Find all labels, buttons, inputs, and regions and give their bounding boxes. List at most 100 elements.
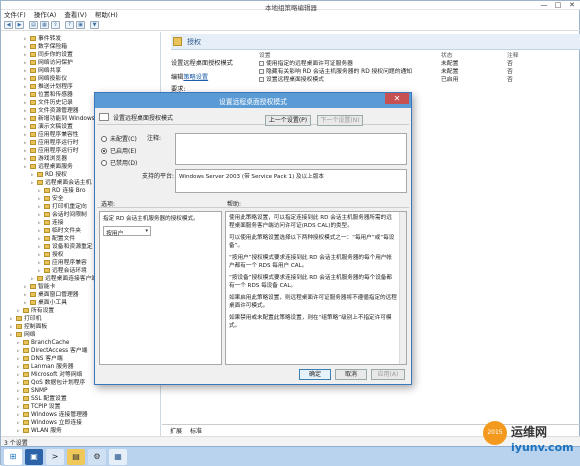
- expander-icon[interactable]: ▹: [38, 187, 43, 195]
- expander-icon[interactable]: ▹: [17, 387, 22, 395]
- tree-item[interactable]: ▹ 文件资源管理器: [24, 107, 79, 115]
- expander-icon[interactable]: ▹: [24, 131, 29, 139]
- tree-item[interactable]: ▹ SSL 配置设置: [17, 395, 67, 403]
- list-item[interactable]: 隐藏有关影响 RD 会话主机服务器的 RD 授权问题的通知 未配置 否: [259, 69, 579, 76]
- expander-icon[interactable]: ▹: [10, 323, 15, 331]
- expander-icon[interactable]: ▹: [17, 379, 22, 387]
- tab-standard[interactable]: 标准: [190, 426, 202, 435]
- tree-item[interactable]: ▹ Windows 立即连接: [17, 419, 82, 427]
- tree-item[interactable]: ▹ 远程会话环境: [38, 267, 87, 275]
- tree-item[interactable]: ▹ 安全: [38, 195, 64, 203]
- expander-icon[interactable]: ▹: [38, 211, 43, 219]
- tree-item[interactable]: ▹ WLAN 服务: [17, 427, 62, 435]
- expander-icon[interactable]: ▹: [38, 267, 43, 275]
- radio-enabled[interactable]: 已启用(E): [101, 148, 136, 156]
- tree-item[interactable]: ▹ Windows 连接管理器: [17, 411, 88, 419]
- tree-item[interactable]: ▹ 会话时间限制: [38, 211, 87, 219]
- tree-item[interactable]: ▹ 控制面板: [10, 323, 47, 331]
- expander-icon[interactable]: ▹: [38, 259, 43, 267]
- expander-icon[interactable]: ▹: [17, 339, 22, 347]
- gpedit-icon[interactable]: ▦: [109, 449, 127, 465]
- note-textarea[interactable]: [175, 133, 407, 165]
- server-manager-icon[interactable]: ▣: [25, 449, 43, 465]
- powershell-icon[interactable]: >: [46, 449, 64, 465]
- radio-disabled[interactable]: 已禁用(D): [101, 160, 137, 168]
- start-icon[interactable]: ⊞: [4, 449, 22, 465]
- tree-item[interactable]: ▹ 位置和传感器: [24, 91, 73, 99]
- tree-item[interactable]: ▹ 远程桌面会话主机: [31, 179, 91, 187]
- tree-item[interactable]: ▹ 应用程序运行时: [24, 147, 79, 155]
- expander-icon[interactable]: ▹: [17, 355, 22, 363]
- expander-icon[interactable]: ▹: [10, 331, 15, 339]
- expander-icon[interactable]: ▹: [38, 235, 43, 243]
- maximize-button[interactable]: □: [551, 1, 565, 10]
- expander-icon[interactable]: ▹: [38, 195, 43, 203]
- tree-item[interactable]: ▹ 所有设置: [17, 307, 54, 315]
- expander-icon[interactable]: ▹: [38, 251, 43, 259]
- back-icon[interactable]: ◀: [4, 21, 13, 29]
- col-setting[interactable]: 设置: [259, 53, 271, 59]
- show-tree-icon[interactable]: ▦: [40, 21, 49, 29]
- tree-item[interactable]: ▹ 授权: [38, 251, 64, 259]
- col-note[interactable]: 注释: [507, 53, 519, 60]
- expander-icon[interactable]: ▹: [17, 371, 22, 379]
- col-state[interactable]: 状态: [441, 53, 453, 60]
- forward-icon[interactable]: ▶: [15, 21, 24, 29]
- expander-icon[interactable]: ▹: [24, 147, 29, 155]
- close-button[interactable]: ✕: [565, 1, 579, 10]
- dialog-close-button[interactable]: ✕: [385, 93, 409, 104]
- expander-icon[interactable]: ▹: [24, 59, 29, 67]
- menu-help[interactable]: 帮助(H): [95, 11, 118, 19]
- expander-icon[interactable]: ▹: [24, 83, 29, 91]
- expander-icon[interactable]: ▹: [24, 163, 29, 171]
- tool-icon[interactable]: ⚙: [88, 449, 106, 465]
- tree-item[interactable]: ▹ 打印机: [10, 315, 41, 323]
- tree-item[interactable]: ▹ 设备和资源重定: [38, 243, 93, 251]
- tree-item[interactable]: ▹ 数字保险箱: [24, 43, 67, 51]
- tree-item[interactable]: ▹ 事件转发: [24, 35, 61, 43]
- expander-icon[interactable]: ▹: [17, 411, 22, 419]
- menu-action[interactable]: 操作(A): [34, 11, 57, 19]
- expander-icon[interactable]: ▹: [24, 51, 29, 59]
- expander-icon[interactable]: ▹: [24, 283, 29, 291]
- expander-icon[interactable]: ▹: [24, 115, 29, 123]
- tree-item[interactable]: ▹ 应用程序运行时: [24, 139, 79, 147]
- properties-icon[interactable]: ▣: [76, 21, 85, 29]
- expander-icon[interactable]: ▹: [17, 419, 22, 427]
- expander-icon[interactable]: ▹: [10, 315, 15, 323]
- up-icon[interactable]: ▤: [29, 21, 38, 29]
- tree-item[interactable]: ▹ 应用程序兼容性: [24, 131, 79, 139]
- next-setting-button[interactable]: 下一个设置(N): [317, 115, 363, 126]
- expander-icon[interactable]: ▹: [31, 179, 36, 187]
- expander-icon[interactable]: ▹: [24, 107, 29, 115]
- expander-icon[interactable]: ▹: [24, 35, 29, 43]
- expander-icon[interactable]: ▹: [24, 291, 29, 299]
- tree-item[interactable]: ▹ SNMP: [17, 387, 48, 395]
- tree-item[interactable]: ▹ RD 连接 Bro: [38, 187, 86, 195]
- tree-item[interactable]: ▹ 桌面小工具: [24, 299, 67, 307]
- expander-icon[interactable]: ▹: [31, 171, 36, 179]
- tree-item[interactable]: ▹ BranchCache: [17, 339, 69, 347]
- edit-policy-link[interactable]: 策略设置: [183, 74, 208, 81]
- expander-icon[interactable]: ▹: [17, 395, 22, 403]
- tree-item[interactable]: ▹ DirectAccess 客户端: [17, 347, 87, 355]
- expander-icon[interactable]: ▹: [31, 275, 36, 283]
- expander-icon[interactable]: ▹: [17, 347, 22, 355]
- tree-item[interactable]: ▹ 打印机重定向: [38, 203, 87, 211]
- menu-file[interactable]: 文件(F): [4, 11, 26, 19]
- tree-item[interactable]: ▹ RD 授权: [31, 171, 67, 179]
- tree-item[interactable]: ▹ 游戏浏览器: [24, 155, 67, 163]
- license-mode-select[interactable]: 按用户 ▾: [103, 226, 151, 237]
- help-scrollbar[interactable]: [399, 212, 406, 364]
- tree-item[interactable]: ▹ Lanman 服务器: [17, 363, 74, 371]
- tree-item[interactable]: ▹ 远程桌面连接客户端: [31, 275, 97, 283]
- expander-icon[interactable]: ▹: [24, 91, 29, 99]
- prev-setting-button[interactable]: 上一个设置(P): [265, 115, 311, 126]
- expander-icon[interactable]: ▹: [24, 123, 29, 131]
- list-item[interactable]: 使用指定的远程桌面许可证服务器 未配置 否: [259, 61, 579, 68]
- ok-button[interactable]: 确定: [299, 369, 331, 380]
- tree-item[interactable]: ▹ DNS 客户端: [17, 355, 63, 363]
- tree-item[interactable]: ▹ 文件历史记录: [24, 99, 73, 107]
- expander-icon[interactable]: ▹: [24, 43, 29, 51]
- expander-icon[interactable]: ▹: [24, 139, 29, 147]
